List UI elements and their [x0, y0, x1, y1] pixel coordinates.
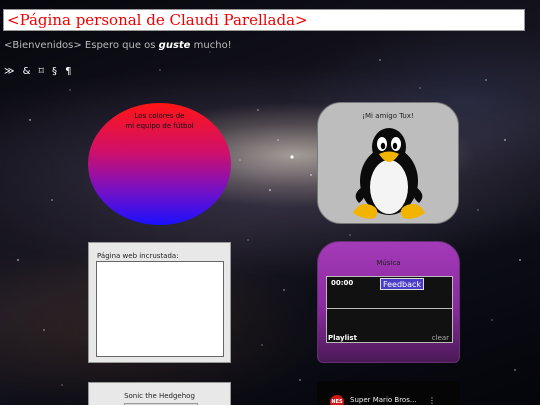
- team-colors-circle: Los colores de mi equipo de fútbol: [88, 103, 231, 225]
- music-caption: Música: [376, 259, 401, 267]
- tux-caption: ¡Mi amigo Tux!: [362, 112, 414, 120]
- symbol-icon-row: ≫ & ⌑ § ¶: [4, 66, 75, 77]
- video-title[interactable]: Super Mario Bros...: [350, 396, 417, 404]
- team-colors-line2: mi equipo de fútbol: [125, 122, 194, 130]
- page-header: <Página personal de Claudi Parellada>: [3, 9, 525, 31]
- sonic-card: Sonic the Hedgehog: [88, 382, 231, 405]
- ampersand-icon[interactable]: &: [23, 66, 33, 77]
- embedded-page-card: Página web incrustada:: [88, 242, 231, 363]
- player-divider: [327, 308, 452, 309]
- forward-icon[interactable]: ≫: [4, 66, 16, 77]
- music-player[interactable]: 00:00 Feedback Playlist clear: [326, 276, 453, 343]
- embedded-page-frame[interactable]: [96, 261, 224, 357]
- page-title: <Página personal de Claudi Parellada>: [7, 11, 308, 29]
- playlist-label[interactable]: Playlist: [328, 334, 357, 342]
- frame-icon[interactable]: ⌑: [39, 66, 46, 77]
- sonic-caption: Sonic the Hedgehog: [124, 392, 195, 400]
- channel-avatar[interactable]: NES: [330, 395, 344, 405]
- welcome-text-end: mucho!: [190, 40, 232, 51]
- section-icon[interactable]: §: [52, 66, 59, 77]
- clear-button[interactable]: clear: [432, 334, 449, 342]
- welcome-emphasis: guste: [158, 40, 191, 51]
- pilcrow-icon[interactable]: ¶: [65, 66, 73, 77]
- welcome-text: <Bienvenidos> Espero que os: [4, 40, 159, 51]
- welcome-message: <Bienvenidos> Espero que os guste mucho!: [4, 40, 232, 51]
- music-card: Música 00:00 Feedback Playlist clear: [317, 241, 460, 363]
- tux-card: ¡Mi amigo Tux!: [317, 102, 459, 224]
- embedded-page-caption: Página web incrustada:: [97, 252, 179, 260]
- feedback-button[interactable]: Feedback: [380, 278, 424, 290]
- more-options-icon[interactable]: ⋮: [428, 396, 436, 405]
- team-colors-line1: Los colores de: [134, 112, 185, 120]
- video-embed-card[interactable]: NES Super Mario Bros... ⋮: [317, 381, 460, 405]
- tux-penguin-image: [353, 128, 425, 219]
- player-time: 00:00: [331, 279, 354, 287]
